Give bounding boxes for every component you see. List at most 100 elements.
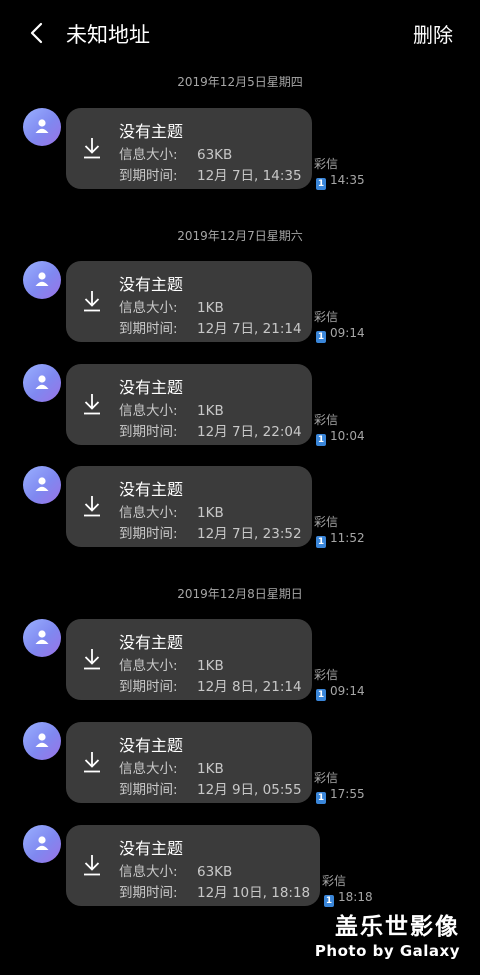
mms-bubble[interactable]: 没有主题 信息大小: 1KB 到期时间: 12月 8日, 21:14 <box>66 619 312 700</box>
message-expiry: 12月 10日, 18:18 <box>197 885 311 901</box>
message-time: 11:52 <box>330 531 365 545</box>
avatar[interactable] <box>23 825 61 863</box>
message-item: 没有主题 信息大小: 63KB 到期时间: 12月 7日, 14:35 彩信 1 14… <box>0 108 480 192</box>
mms-bubble[interactable]: 没有主题 信息大小: 1KB 到期时间: 12月 7日, 22:04 <box>66 364 312 445</box>
watermark-subtitle: Photo by Galaxy <box>314 942 460 960</box>
mms-bubble[interactable]: 没有主题 信息大小: 63KB 到期时间: 12月 10日, 18:18 <box>66 825 320 906</box>
message-time: 14:35 <box>330 173 365 187</box>
message-expiry: 12月 7日, 14:35 <box>197 168 302 184</box>
mms-bubble[interactable]: 没有主题 信息大小: 1KB 到期时间: 12月 9日, 05:55 <box>66 722 312 803</box>
message-type: 彩信 <box>322 874 347 888</box>
message-size: 1KB <box>197 300 224 316</box>
avatar[interactable] <box>23 466 61 504</box>
message-type: 彩信 <box>314 413 339 427</box>
message-subject: 没有主题 <box>119 839 184 858</box>
size-label: 信息大小: <box>119 658 178 674</box>
message-expiry-row: 到期时间: 12月 7日, 14:35 <box>119 164 302 184</box>
download-icon[interactable] <box>82 494 102 518</box>
message-time: 18:18 <box>338 890 373 904</box>
message-subject: 没有主题 <box>119 736 184 755</box>
mms-bubble[interactable]: 没有主题 信息大小: 1KB 到期时间: 12月 7日, 23:52 <box>66 466 312 547</box>
size-label: 信息大小: <box>119 403 178 419</box>
message-size-row: 信息大小: 1KB <box>119 399 224 419</box>
size-label: 信息大小: <box>119 761 178 777</box>
message-size-row: 信息大小: 1KB <box>119 501 224 521</box>
person-icon <box>35 733 49 747</box>
download-icon[interactable] <box>82 392 102 416</box>
download-icon[interactable] <box>82 853 102 877</box>
chevron-left-icon <box>30 22 43 44</box>
message-size: 1KB <box>197 505 224 521</box>
message-time-row: 1 09:14 <box>316 326 365 343</box>
sim-1-icon: 1 <box>316 331 326 343</box>
message-subject: 没有主题 <box>119 480 184 499</box>
size-label: 信息大小: <box>119 505 178 521</box>
message-type: 彩信 <box>314 668 339 682</box>
message-type: 彩信 <box>314 771 339 785</box>
avatar[interactable] <box>23 108 61 146</box>
message-expiry: 12月 7日, 22:04 <box>197 424 302 440</box>
message-subject: 没有主题 <box>119 275 184 294</box>
person-icon <box>35 477 49 491</box>
message-expiry-row: 到期时间: 12月 9日, 05:55 <box>119 778 302 798</box>
message-time-row: 1 18:18 <box>324 890 373 907</box>
back-button[interactable] <box>22 18 52 48</box>
message-size-row: 信息大小: 1KB <box>119 654 224 674</box>
person-icon <box>35 630 49 644</box>
person-icon <box>35 119 49 133</box>
download-icon[interactable] <box>82 647 102 671</box>
size-label: 信息大小: <box>119 300 178 316</box>
message-expiry: 12月 7日, 23:52 <box>197 526 302 542</box>
conversation-title: 未知地址 <box>66 23 150 47</box>
message-expiry-row: 到期时间: 12月 7日, 23:52 <box>119 522 302 542</box>
message-expiry-row: 到期时间: 12月 10日, 18:18 <box>119 881 310 901</box>
sim-1-icon: 1 <box>316 536 326 548</box>
download-icon[interactable] <box>82 750 102 774</box>
message-size: 63KB <box>197 147 233 163</box>
message-expiry: 12月 9日, 05:55 <box>197 782 302 798</box>
person-icon <box>35 272 49 286</box>
message-item: 没有主题 信息大小: 1KB 到期时间: 12月 7日, 23:52 彩信 1 11:… <box>0 466 480 550</box>
message-subject: 没有主题 <box>119 122 184 141</box>
galaxy-watermark: 盖乐世影像 Photo by Galaxy <box>315 907 460 960</box>
message-expiry-row: 到期时间: 12月 8日, 21:14 <box>119 675 302 695</box>
expiry-label: 到期时间: <box>119 424 178 440</box>
message-expiry-row: 到期时间: 12月 7日, 21:14 <box>119 317 302 337</box>
message-subject: 没有主题 <box>119 633 184 652</box>
avatar[interactable] <box>23 261 61 299</box>
mms-bubble[interactable]: 没有主题 信息大小: 63KB 到期时间: 12月 7日, 14:35 <box>66 108 312 189</box>
message-time-row: 1 14:35 <box>316 173 365 190</box>
download-icon[interactable] <box>82 289 102 313</box>
size-label: 信息大小: <box>119 147 178 163</box>
delete-button[interactable]: 删除 <box>413 19 453 48</box>
message-size-row: 信息大小: 63KB <box>119 860 232 880</box>
date-separator: 2019年12月8日星期日 <box>177 587 303 601</box>
message-time: 09:14 <box>330 684 365 698</box>
message-subject: 没有主题 <box>119 378 184 397</box>
date-separator: 2019年12月7日星期六 <box>177 229 303 243</box>
expiry-label: 到期时间: <box>119 679 178 695</box>
expiry-label: 到期时间: <box>119 885 178 901</box>
message-time: 10:04 <box>330 429 365 443</box>
message-size: 63KB <box>197 864 233 880</box>
avatar[interactable] <box>23 364 61 402</box>
avatar[interactable] <box>23 619 61 657</box>
date-separator: 2019年12月5日星期四 <box>177 75 303 89</box>
message-expiry: 12月 8日, 21:14 <box>197 679 302 695</box>
message-size-row: 信息大小: 63KB <box>119 143 232 163</box>
size-label: 信息大小: <box>119 864 178 880</box>
message-size-row: 信息大小: 1KB <box>119 757 224 777</box>
message-type: 彩信 <box>314 157 339 171</box>
sim-1-icon: 1 <box>316 792 326 804</box>
sim-1-icon: 1 <box>316 434 326 446</box>
avatar[interactable] <box>23 722 61 760</box>
message-item: 没有主题 信息大小: 1KB 到期时间: 12月 7日, 21:14 彩信 1 09:… <box>0 261 480 345</box>
message-type: 彩信 <box>314 310 339 324</box>
download-icon[interactable] <box>82 136 102 160</box>
message-item: 没有主题 信息大小: 1KB 到期时间: 12月 8日, 21:14 彩信 1 09:… <box>0 619 480 703</box>
person-icon <box>35 375 49 389</box>
mms-bubble[interactable]: 没有主题 信息大小: 1KB 到期时间: 12月 7日, 21:14 <box>66 261 312 342</box>
person-icon <box>35 836 49 850</box>
message-time-row: 1 11:52 <box>316 531 365 548</box>
message-time: 17:55 <box>330 787 365 801</box>
